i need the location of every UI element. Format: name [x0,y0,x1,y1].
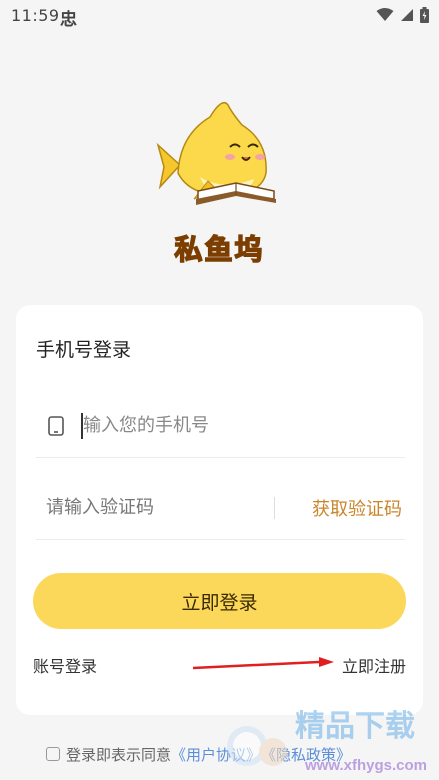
wifi-icon [376,8,394,21]
status-bar: 11:59 忠 [0,0,439,32]
battery-icon [420,7,429,23]
agreement-prefix: 登录即表示同意 [66,745,172,764]
login-button[interactable]: 立即登录 [33,573,406,629]
code-divider [274,497,275,519]
phone-field-row [36,393,405,458]
status-time: 11:59 [11,6,60,25]
app-name: 私鱼坞 [174,232,265,267]
login-card: 手机号登录 获取验证码 立即登录 账号登录 立即注册 [16,305,423,715]
verification-code-input[interactable] [46,489,266,525]
account-login-link[interactable]: 账号登录 [33,653,97,677]
user-agreement-link[interactable]: 《用户协议》 [171,744,261,765]
status-notification-glyph: 忠 [60,10,77,30]
agree-checkbox[interactable] [46,747,60,761]
phone-input[interactable] [83,407,383,443]
register-link[interactable]: 立即注册 [342,653,406,677]
annotation-arrow-icon [192,657,334,670]
status-icons [376,7,429,23]
signal-icon [401,9,413,21]
agreement-row: 登录即表示同意 《用户协议》 《隐私政策》 [46,743,351,765]
get-code-button[interactable]: 获取验证码 [312,495,402,521]
app-logo [150,95,290,210]
privacy-policy-link[interactable]: 《隐私政策》 [261,744,351,765]
login-title: 手机号登录 [36,339,132,361]
phone-icon [48,416,64,436]
code-field-row: 获取验证码 [36,475,405,540]
